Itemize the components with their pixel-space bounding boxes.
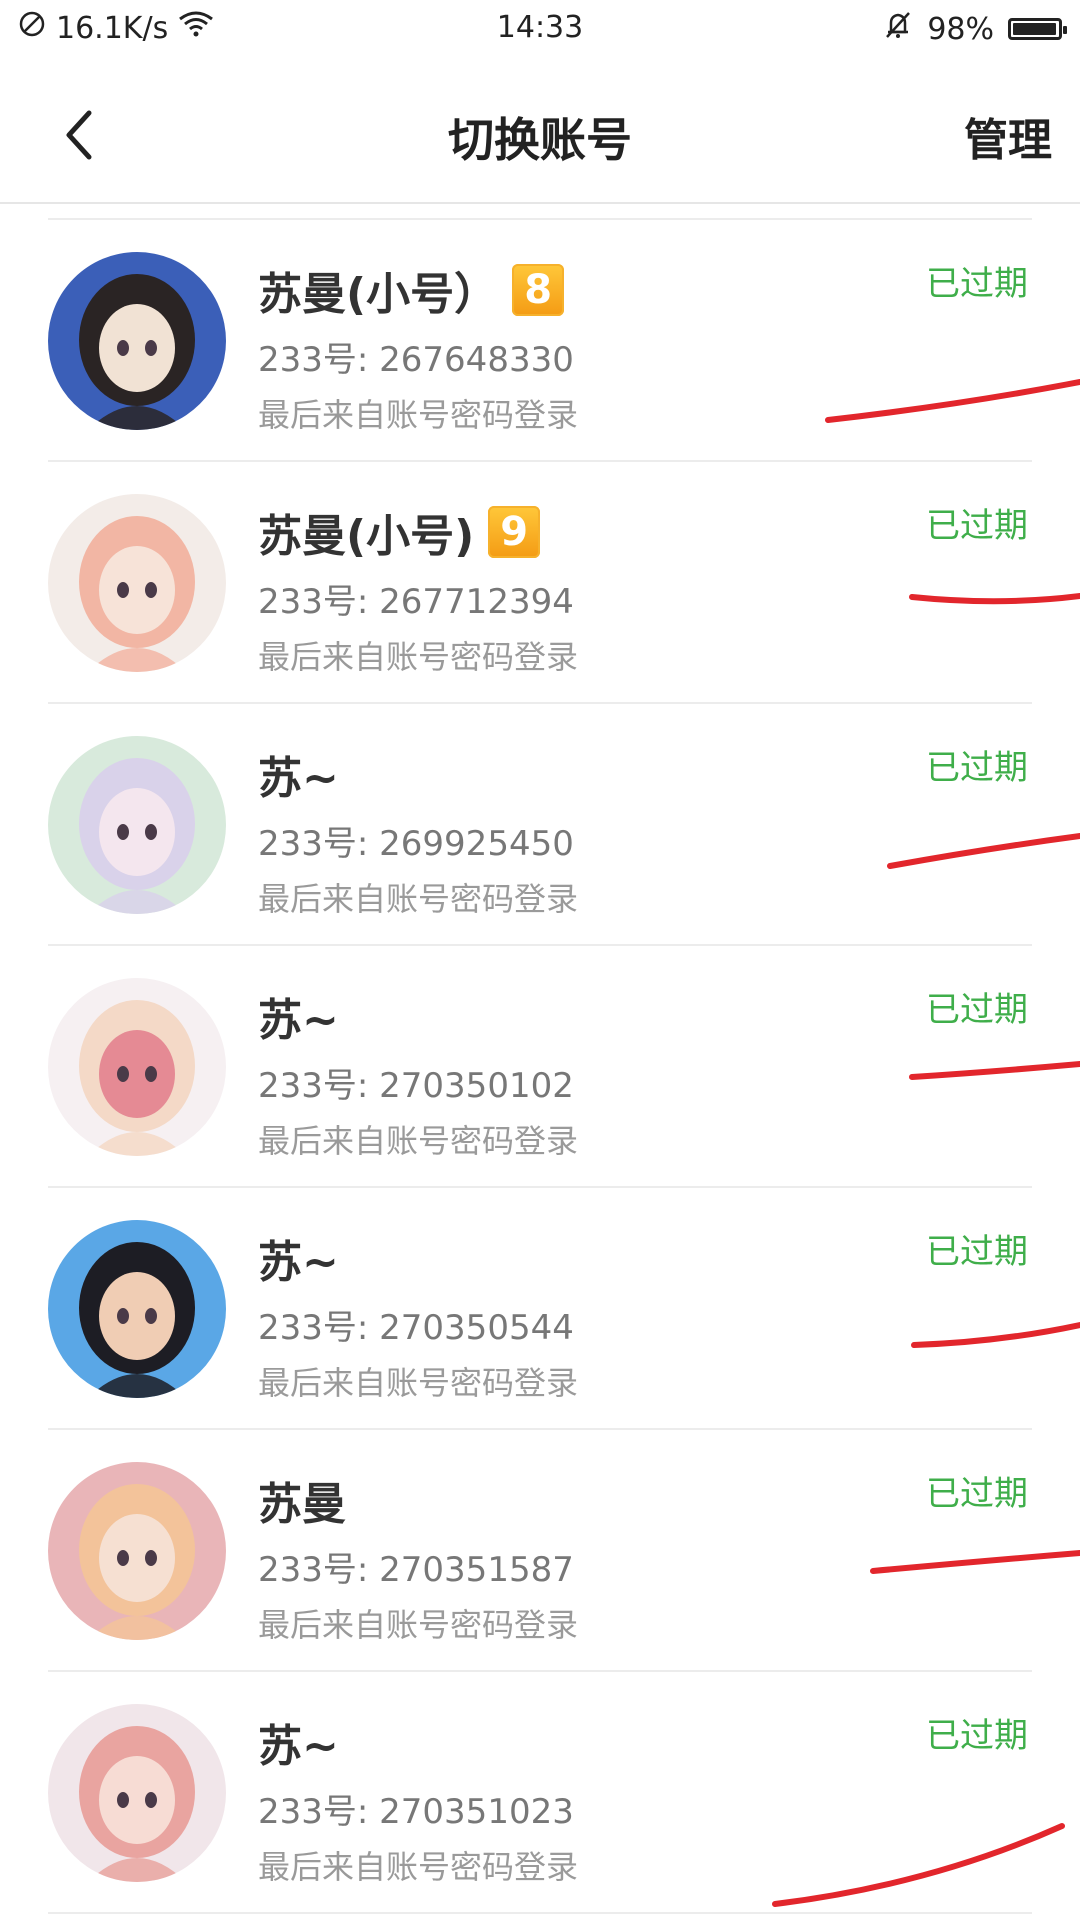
account-name: 苏~ — [258, 1237, 339, 1288]
level-badge: 8 — [512, 264, 565, 316]
last-login-method: 最后来自账号密码登录 — [258, 638, 579, 676]
status-badge: 已过期 — [926, 1716, 1028, 1756]
account-row[interactable]: 苏~ 233号: 270350544 最后来自账号密码登录 已过期 — [0, 1188, 1080, 1428]
account-id: 233号: 270351023 — [258, 1792, 574, 1832]
last-login-method: 最后来自账号密码登录 — [258, 1848, 579, 1886]
account-row[interactable]: 苏~ 233号: 269925450 最后来自账号密码登录 已过期 — [0, 704, 1080, 944]
account-id: 233号: 270350544 — [258, 1308, 574, 1348]
battery-icon — [1008, 18, 1067, 40]
account-row[interactable]: 苏曼(小号) 9 233号: 267712394 最后来自账号密码登录 已过期 — [0, 462, 1080, 702]
battery-level-fill — [1013, 23, 1056, 35]
bell-muted-icon — [883, 10, 913, 48]
account-id: 233号: 267648330 — [258, 340, 574, 380]
account-name: 苏曼 — [258, 1479, 346, 1530]
status-badge: 已过期 — [926, 506, 1028, 546]
status-badge: 已过期 — [926, 748, 1028, 788]
status-badge: 已过期 — [926, 264, 1028, 304]
status-badge: 已过期 — [926, 1232, 1028, 1272]
avatar — [48, 1704, 226, 1882]
last-login-method: 最后来自账号密码登录 — [258, 1606, 579, 1644]
account-id: 233号: 269925450 — [258, 824, 574, 864]
account-name-line: 苏~ — [258, 984, 339, 1048]
account-row[interactable]: 苏~ 233号: 270350102 最后来自账号密码登录 已过期 — [0, 946, 1080, 1186]
account-row[interactable]: 苏~ 233号: 270351023 最后来自账号密码登录 已过期 — [0, 1672, 1080, 1912]
account-row[interactable]: 苏曼 233号: 270351587 最后来自账号密码登录 已过期 — [0, 1430, 1080, 1670]
account-name: 苏~ — [258, 995, 339, 1046]
last-login-method: 最后来自账号密码登录 — [258, 1122, 579, 1160]
last-login-method: 最后来自账号密码登录 — [258, 396, 579, 434]
account-row[interactable]: 苏曼(小号） 8 233号: 267648330 最后来自账号密码登录 已过期 — [0, 220, 1080, 460]
last-login-method: 最后来自账号密码登录 — [258, 1364, 579, 1402]
status-badge: 已过期 — [926, 990, 1028, 1030]
status-right: 98% — [883, 10, 1067, 48]
account-id: 233号: 270351587 — [258, 1550, 574, 1590]
nav-header: 切换账号 管理 — [0, 60, 1080, 204]
account-name-line: 苏曼(小号） 8 — [258, 258, 565, 322]
manage-button[interactable]: 管理 — [964, 104, 1052, 168]
account-switch-screen: 16.1K/s 14:33 98% 切换账号 管理 苏曼(小号） 8 233号:… — [0, 0, 1080, 1920]
account-name-line: 苏曼 — [258, 1468, 346, 1532]
account-name-line: 苏~ — [258, 742, 339, 806]
avatar — [48, 252, 226, 430]
status-badge: 已过期 — [926, 1474, 1028, 1514]
last-login-method: 最后来自账号密码登录 — [258, 880, 579, 918]
avatar — [48, 978, 226, 1156]
account-id: 233号: 267712394 — [258, 582, 574, 622]
account-name: 苏~ — [258, 753, 339, 804]
level-badge: 9 — [488, 506, 541, 558]
account-list: 苏曼(小号） 8 233号: 267648330 最后来自账号密码登录 已过期 … — [0, 218, 1080, 1914]
account-name: 苏曼(小号） — [258, 269, 499, 320]
avatar — [48, 494, 226, 672]
avatar — [48, 736, 226, 914]
account-name: 苏曼(小号) — [258, 511, 475, 562]
avatar — [48, 1220, 226, 1398]
battery-percent: 98% — [927, 11, 994, 47]
account-name: 苏~ — [258, 1721, 339, 1772]
avatar — [48, 1462, 226, 1640]
status-bar: 16.1K/s 14:33 98% — [0, 0, 1080, 60]
list-divider — [48, 1912, 1032, 1914]
page-title: 切换账号 — [448, 113, 632, 167]
account-name-line: 苏~ — [258, 1710, 339, 1774]
account-id: 233号: 270350102 — [258, 1066, 574, 1106]
account-name-line: 苏~ — [258, 1226, 339, 1290]
account-name-line: 苏曼(小号) 9 — [258, 500, 541, 564]
